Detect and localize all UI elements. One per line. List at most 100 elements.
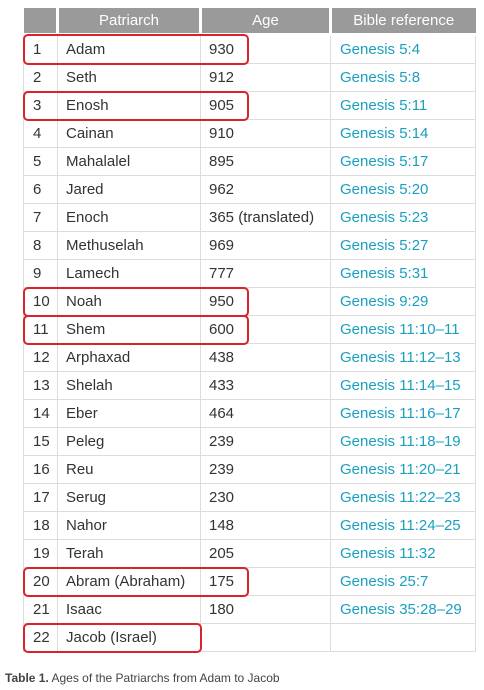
patriarch-name: Enosh — [57, 91, 201, 120]
patriarch-name: Enoch — [57, 203, 201, 232]
bible-reference-link[interactable]: Genesis 11:22–23 — [330, 483, 476, 512]
row-number: 18 — [23, 511, 58, 540]
patriarch-age: 930 — [200, 34, 331, 64]
row-number: 20 — [23, 567, 58, 596]
bible-reference-link[interactable]: Genesis 11:20–21 — [330, 455, 476, 484]
patriarch-age — [200, 623, 331, 652]
patriarch-name: Nahor — [57, 511, 201, 540]
bible-reference-link[interactable]: Genesis 9:29 — [330, 287, 476, 316]
patriarch-age: 205 — [200, 539, 331, 568]
bible-reference-link[interactable]: Genesis 11:12–13 — [330, 343, 476, 372]
bible-reference-link[interactable]: Genesis 5:27 — [330, 231, 476, 260]
bible-reference-link[interactable]: Genesis 25:7 — [330, 567, 476, 596]
patriarch-age: 895 — [200, 147, 331, 176]
patriarch-age: 239 — [200, 427, 331, 456]
row-number: 12 — [23, 343, 58, 372]
bible-reference-link[interactable]: Genesis 5:23 — [330, 203, 476, 232]
bible-reference-link[interactable]: Genesis 11:32 — [330, 539, 476, 568]
table-row: 9 Lamech 777 Genesis 5:31 — [23, 259, 476, 288]
patriarch-ages-table: Patriarch Age Bible reference 1 Adam 930 Ge… — [23, 8, 476, 652]
bible-reference-link[interactable]: Genesis 11:16–17 — [330, 399, 476, 428]
bible-reference-link[interactable]: Genesis 5:17 — [330, 147, 476, 176]
patriarch-name: Seth — [57, 63, 201, 92]
caption-label: Table 1. — [5, 671, 49, 685]
table-row: 6 Jared 962 Genesis 5:20 — [23, 175, 476, 204]
patriarch-age: 148 — [200, 511, 331, 540]
patriarch-name: Noah — [57, 287, 201, 316]
patriarch-age: 230 — [200, 483, 331, 512]
patriarch-name: Lamech — [57, 259, 201, 288]
table-row: 4 Cainan 910 Genesis 5:14 — [23, 119, 476, 148]
row-number: 8 — [23, 231, 58, 260]
table-row: 15 Peleg 239 Genesis 11:18–19 — [23, 427, 476, 456]
bible-reference-link[interactable]: Genesis 11:18–19 — [330, 427, 476, 456]
patriarch-age: 950 — [200, 287, 331, 316]
table-row: 11 Shem 600 Genesis 11:10–11 — [23, 315, 476, 344]
patriarch-name: Cainan — [57, 119, 201, 148]
row-number: 21 — [23, 595, 58, 624]
row-number: 13 — [23, 371, 58, 400]
patriarch-name: Terah — [57, 539, 201, 568]
table-row: 10 Noah 950 Genesis 9:29 — [23, 287, 476, 316]
table-row: 19 Terah 205 Genesis 11:32 — [23, 539, 476, 568]
row-number: 5 — [23, 147, 58, 176]
table-header-row: Patriarch Age Bible reference — [23, 8, 476, 36]
patriarch-name: Serug — [57, 483, 201, 512]
caption-text: Ages of the Patriarchs from Adam to Jaco… — [48, 671, 280, 685]
header-patriarch: Patriarch — [57, 8, 202, 36]
bible-reference-link[interactable] — [330, 623, 476, 652]
bible-reference-link[interactable]: Genesis 5:31 — [330, 259, 476, 288]
patriarch-name: Methuselah — [57, 231, 201, 260]
table-row: 21 Isaac 180 Genesis 35:28–29 — [23, 595, 476, 624]
patriarch-age: 239 — [200, 455, 331, 484]
patriarch-name: Peleg — [57, 427, 201, 456]
patriarch-name: Jacob (Israel) — [57, 623, 201, 652]
header-bible-reference: Bible reference — [330, 8, 476, 36]
patriarch-name: Abram (Abraham) — [57, 567, 201, 596]
table-row: 2 Seth 912 Genesis 5:8 — [23, 63, 476, 92]
bible-reference-link[interactable]: Genesis 5:14 — [330, 119, 476, 148]
table-header: Patriarch Age Bible reference — [23, 8, 476, 36]
row-number: 11 — [23, 315, 58, 344]
row-number: 6 — [23, 175, 58, 204]
row-number: 22 — [23, 623, 58, 652]
patriarch-name: Adam — [57, 34, 201, 64]
patriarch-age: 600 — [200, 315, 331, 344]
patriarch-age: 912 — [200, 63, 331, 92]
patriarch-name: Shelah — [57, 371, 201, 400]
row-number: 7 — [23, 203, 58, 232]
table-row: 5 Mahalalel 895 Genesis 5:17 — [23, 147, 476, 176]
row-number: 3 — [23, 91, 58, 120]
table-row: 3 Enosh 905 Genesis 5:11 — [23, 91, 476, 120]
table-row: 13 Shelah 433 Genesis 11:14–15 — [23, 371, 476, 400]
row-number: 2 — [23, 63, 58, 92]
bible-reference-link[interactable]: Genesis 11:10–11 — [330, 315, 476, 344]
header-number — [23, 8, 59, 36]
table-row: 8 Methuselah 969 Genesis 5:27 — [23, 231, 476, 260]
row-number: 4 — [23, 119, 58, 148]
patriarch-name: Mahalalel — [57, 147, 201, 176]
bible-reference-link[interactable]: Genesis 11:24–25 — [330, 511, 476, 540]
patriarch-name: Jared — [57, 175, 201, 204]
patriarch-age: 365 (translated) — [200, 203, 331, 232]
patriarch-age: 464 — [200, 399, 331, 428]
patriarch-age: 438 — [200, 343, 331, 372]
row-number: 15 — [23, 427, 58, 456]
table-body: 1 Adam 930 Genesis 5:4 2 Seth 912 Genesis 5:8 3 E… — [23, 34, 476, 652]
row-number: 9 — [23, 259, 58, 288]
patriarch-name: Isaac — [57, 595, 201, 624]
table-row: 22 Jacob (Israel) — [23, 623, 476, 652]
table-row: 20 Abram (Abraham) 175 Genesis 25:7 — [23, 567, 476, 596]
row-number: 17 — [23, 483, 58, 512]
bible-reference-link[interactable]: Genesis 5:8 — [330, 63, 476, 92]
patriarch-age: 180 — [200, 595, 331, 624]
bible-reference-link[interactable]: Genesis 5:4 — [330, 34, 476, 64]
patriarch-age: 777 — [200, 259, 331, 288]
patriarch-age: 962 — [200, 175, 331, 204]
table-row: 18 Nahor 148 Genesis 11:24–25 — [23, 511, 476, 540]
bible-reference-link[interactable]: Genesis 5:11 — [330, 91, 476, 120]
bible-reference-link[interactable]: Genesis 35:28–29 — [330, 595, 476, 624]
table-row: 1 Adam 930 Genesis 5:4 — [23, 34, 476, 64]
bible-reference-link[interactable]: Genesis 11:14–15 — [330, 371, 476, 400]
bible-reference-link[interactable]: Genesis 5:20 — [330, 175, 476, 204]
